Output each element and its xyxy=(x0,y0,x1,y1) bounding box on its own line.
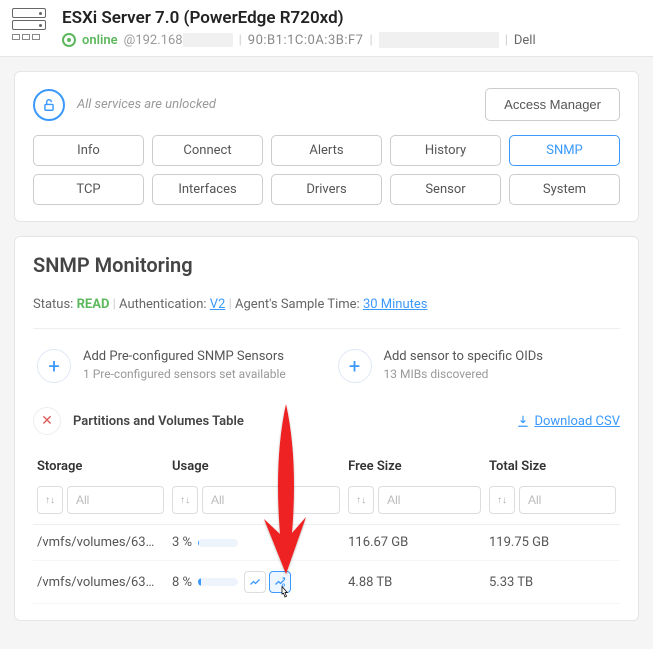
tab-system[interactable]: System xyxy=(509,174,620,205)
column-header: Free Size xyxy=(344,451,485,482)
free-size: 4.88 TB xyxy=(344,561,485,604)
storage-path: /vmfs/volumes/635... xyxy=(37,535,157,550)
redacted-field xyxy=(379,32,499,48)
tab-alerts[interactable]: Alerts xyxy=(271,135,382,166)
auth-version-link[interactable]: V2 xyxy=(210,297,226,312)
unlock-icon xyxy=(33,89,65,121)
tab-interfaces[interactable]: Interfaces xyxy=(152,174,263,205)
column-header: Total Size xyxy=(485,451,620,482)
trend-icon[interactable] xyxy=(244,571,266,593)
sort-button[interactable]: ↑↓ xyxy=(37,486,63,514)
ip-address: @192.168 xyxy=(124,33,233,48)
tab-connect[interactable]: Connect xyxy=(152,135,263,166)
sort-button[interactable]: ↑↓ xyxy=(489,486,515,514)
server-icon xyxy=(12,8,50,46)
column-header: Storage xyxy=(33,451,168,482)
tab-info[interactable]: Info xyxy=(33,135,144,166)
tab-drivers[interactable]: Drivers xyxy=(271,174,382,205)
filter-input[interactable] xyxy=(519,486,616,514)
filter-input[interactable] xyxy=(67,486,164,514)
sample-time-link[interactable]: 30 Minutes xyxy=(363,297,428,312)
section-title: SNMP Monitoring xyxy=(33,253,620,277)
usage-percent: 3 % xyxy=(172,535,192,550)
table-row: /vmfs/volumes/635... 3 % 116.67 GB119.75 G… xyxy=(33,525,620,561)
download-csv-link[interactable]: Download CSV xyxy=(516,414,620,429)
plus-icon: + xyxy=(37,349,71,383)
table-title: Partitions and Volumes Table xyxy=(73,414,504,429)
snmp-panel: SNMP Monitoring Status: READ | Authentic… xyxy=(14,236,639,621)
sort-button[interactable]: ↑↓ xyxy=(172,486,198,514)
table-row: /vmfs/volumes/635... 8 % 4.88 TB5.33 TB xyxy=(33,561,620,604)
storage-path: /vmfs/volumes/635... xyxy=(37,575,157,590)
tab-snmp[interactable]: SNMP xyxy=(509,135,620,166)
tab-bar: Info Connect Alerts History SNMP TCP Interface… xyxy=(33,135,620,205)
partitions-table: StorageUsageFree SizeTotal Size ↑↓ ↑↓ ↑↓ ↑↓… xyxy=(33,451,620,604)
usage-bar xyxy=(198,539,238,547)
usage-bar xyxy=(198,578,238,586)
add-oid-sensor[interactable]: + Add sensor to specific OIDs 13 MIBs di… xyxy=(334,343,621,389)
add-preconfigured-sensor[interactable]: + Add Pre-configured SNMP Sensors 1 Pre-… xyxy=(33,343,320,389)
status-dot-icon xyxy=(62,33,76,47)
snmp-status-line: Status: READ | Authentication: V2 | Agen… xyxy=(33,297,620,329)
vendor-label: Dell xyxy=(514,33,536,48)
column-header: Usage xyxy=(168,451,344,482)
access-manager-button[interactable]: Access Manager xyxy=(485,88,620,121)
filter-input[interactable] xyxy=(378,486,481,514)
download-icon xyxy=(516,414,530,428)
total-size: 119.75 GB xyxy=(485,525,620,561)
cursor-icon xyxy=(276,585,294,603)
page-title: ESXi Server 7.0 (PowerEdge R720xd) xyxy=(62,8,641,28)
tab-sensor[interactable]: Sensor xyxy=(390,174,501,205)
tab-history[interactable]: History xyxy=(390,135,501,166)
services-status-text: All services are unlocked xyxy=(77,97,473,112)
services-panel: All services are unlocked Access Manager… xyxy=(14,71,639,222)
tab-tcp[interactable]: TCP xyxy=(33,174,144,205)
status-text: online xyxy=(82,33,118,48)
sort-button[interactable]: ↑↓ xyxy=(348,486,374,514)
close-table-button[interactable]: ✕ xyxy=(33,407,61,435)
total-size: 5.33 TB xyxy=(485,561,620,604)
filter-input[interactable] xyxy=(202,486,340,514)
mac-address: 90:B1:1C:0A:3B:F7 xyxy=(248,33,364,48)
page-header: ESXi Server 7.0 (PowerEdge R720xd) onlin… xyxy=(0,0,653,57)
free-size: 116.67 GB xyxy=(344,525,485,561)
usage-percent: 8 % xyxy=(172,575,192,590)
plus-icon: + xyxy=(338,349,372,383)
